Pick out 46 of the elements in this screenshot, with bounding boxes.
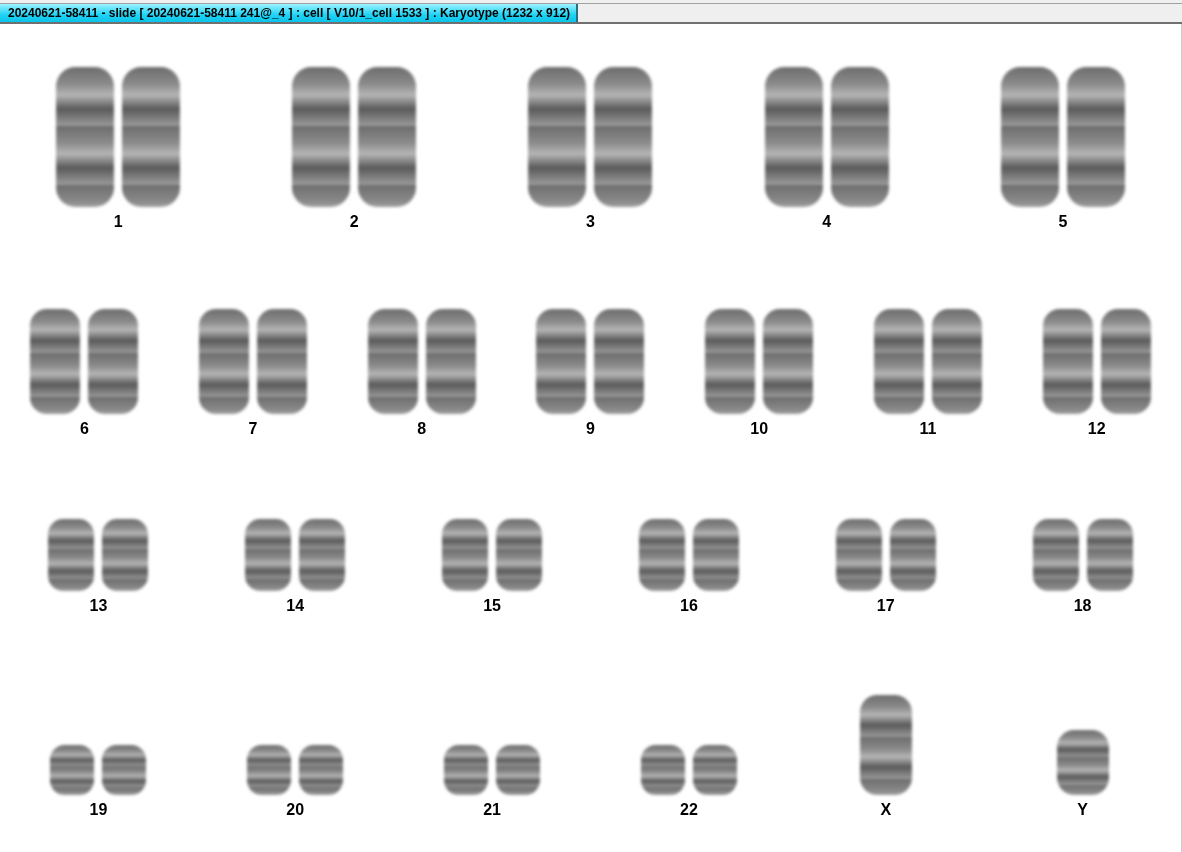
chromosome-number: 20 xyxy=(286,801,305,819)
chromosome-number: 19 xyxy=(89,801,108,819)
chromosome-number: 10 xyxy=(750,420,769,438)
chromosome-photo xyxy=(1032,519,1079,591)
chromosome-photo xyxy=(247,745,292,795)
chromosome-number: 18 xyxy=(1073,597,1092,615)
chromosome-number: 9 xyxy=(586,420,595,438)
chromosome-photo xyxy=(102,519,149,591)
chromosome-number: Y xyxy=(1077,801,1088,819)
chromosome-photo xyxy=(1086,519,1133,591)
chromosome-number: 4 xyxy=(822,213,832,231)
chromosome-number: 21 xyxy=(483,801,501,819)
chromosome-number: 13 xyxy=(89,597,108,615)
chromosome-photo xyxy=(245,519,292,591)
chromosome-photo xyxy=(50,745,95,795)
chromosome-photo xyxy=(638,519,685,591)
chromosome-number: 1 xyxy=(113,213,123,231)
chromosome-photo xyxy=(442,519,489,591)
chromosome-number: 16 xyxy=(680,597,698,615)
chromosome-number: 22 xyxy=(680,801,698,819)
chromosome-number: 8 xyxy=(417,420,427,438)
chromosome-number: X xyxy=(880,801,892,819)
chromosome-photo xyxy=(692,745,737,795)
chromosome-number: 3 xyxy=(586,213,595,231)
chromosome-photo xyxy=(640,745,685,795)
chromosome-number: 2 xyxy=(349,213,359,231)
chromosome-photo xyxy=(889,519,936,591)
window-title: 20240621-58411 - slide [ 20240621-58411 241@_4 ] : cell [ V10/1_cell 1533 ] : Karyotype (1232 x 912) xyxy=(0,4,579,22)
chromosome-number: 17 xyxy=(876,597,895,615)
chromosome-photo xyxy=(444,745,489,795)
chromosome-number: 5 xyxy=(1058,213,1068,231)
chromosome-number: 7 xyxy=(248,420,258,438)
chromosome-photo xyxy=(692,519,739,591)
chromosome-number: 12 xyxy=(1087,420,1106,438)
chromosome-photo xyxy=(299,519,346,591)
chromosome-photo xyxy=(48,519,95,591)
chromosome-photo xyxy=(299,745,344,795)
chromosome-photo xyxy=(102,745,147,795)
chromosome-number: 14 xyxy=(286,597,305,615)
chromosome-photo xyxy=(1056,730,1109,795)
chromosome-number: 11 xyxy=(919,420,937,438)
chromosome-photo xyxy=(835,519,882,591)
chromosome-photo xyxy=(496,745,541,795)
chromosome-photo xyxy=(496,519,543,591)
chromosome-number: 15 xyxy=(483,597,501,615)
chromosome-number: 6 xyxy=(79,420,89,438)
